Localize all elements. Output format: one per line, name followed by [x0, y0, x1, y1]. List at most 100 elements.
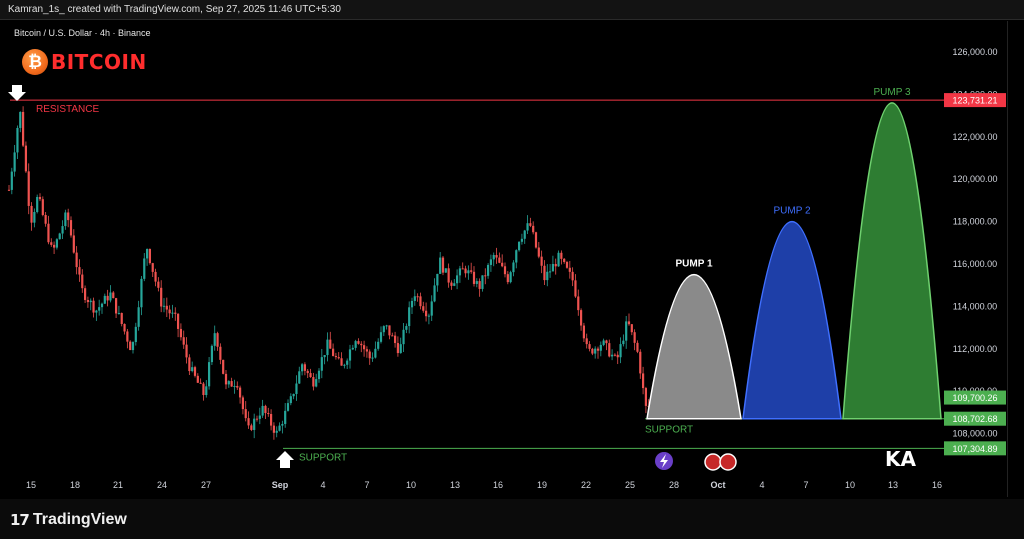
candle-body — [210, 345, 214, 363]
candle-body — [543, 265, 546, 281]
candle-body — [64, 212, 67, 227]
x-tick-label: 16 — [932, 480, 942, 490]
candle-body — [182, 337, 185, 345]
candle-body — [289, 396, 292, 404]
support-price-tag: 107,304.89 — [952, 444, 997, 454]
candle-body — [546, 271, 549, 281]
x-tick-label: 27 — [201, 480, 211, 490]
current-price-tag: 109,700.26 — [952, 393, 997, 403]
candle-body — [154, 271, 157, 282]
candle-body — [337, 357, 340, 359]
candle-body — [382, 326, 385, 333]
x-tick-label: 4 — [320, 480, 325, 490]
candle-body — [117, 312, 121, 314]
candle-body — [610, 354, 614, 357]
candle-body — [633, 332, 636, 343]
candle-body — [557, 252, 560, 267]
candle-body — [408, 307, 411, 327]
candle-body — [264, 405, 267, 414]
x-tick-label: 24 — [157, 480, 167, 490]
candle-body — [78, 267, 81, 275]
candle-body — [55, 239, 59, 248]
candle-body — [571, 271, 574, 281]
candle-body — [241, 397, 245, 410]
candle-body — [478, 281, 481, 289]
candle-body — [185, 344, 188, 358]
candle-body — [250, 425, 253, 430]
candle-body — [388, 325, 391, 336]
tradingview-brand-text: TradingView — [32, 511, 127, 528]
candle-body — [114, 298, 118, 314]
candle-body — [548, 271, 552, 273]
y-tick-label: 120,000.00 — [952, 174, 997, 184]
pump-arc — [742, 220, 842, 420]
candle-body — [574, 280, 577, 297]
candle-body — [554, 263, 557, 267]
x-tick-label: Oct — [710, 480, 725, 490]
candle-body — [267, 413, 270, 415]
y-tick-label: 108,000.00 — [952, 429, 997, 439]
candle-body — [608, 343, 611, 357]
tradingview-mark-icon: 17 — [10, 511, 30, 529]
support-label-upper: SUPPORT — [645, 425, 693, 436]
candle-body — [83, 288, 87, 300]
candle-body — [81, 274, 84, 289]
candle-body — [340, 358, 343, 366]
candle-body — [67, 212, 70, 221]
candle-body — [464, 268, 467, 274]
candle-body — [244, 409, 247, 419]
candle-body — [526, 223, 529, 231]
pump-label: PUMP 2 — [773, 206, 810, 217]
candle-body — [227, 381, 230, 385]
candle-body — [258, 415, 261, 419]
candle-body — [109, 292, 112, 301]
candle-body — [532, 225, 535, 233]
candle-body — [596, 348, 600, 351]
candle-body — [160, 287, 163, 307]
candle-body — [151, 263, 154, 272]
candle-body — [16, 127, 19, 153]
arrow-up-icon — [276, 451, 294, 468]
symbol-label: Bitcoin / U.S. Dollar · 4h · Binance — [14, 28, 151, 38]
candle-body — [168, 309, 171, 314]
candle-body — [140, 278, 143, 308]
tradingview-logo[interactable]: 17 TradingView — [10, 511, 127, 529]
candle-body — [7, 189, 11, 191]
candle-body — [92, 300, 95, 313]
x-tick-label: 22 — [581, 480, 591, 490]
candle-body — [19, 111, 22, 128]
price-chart[interactable]: 108,000.00110,000.00112,000.00114,000.00… — [0, 0, 1024, 499]
candle-body — [399, 344, 402, 354]
logo-text: BITCOIN — [51, 50, 147, 74]
candle-body — [286, 403, 290, 411]
candle-body — [360, 343, 363, 346]
pump-arc — [842, 102, 942, 420]
candle-body — [281, 423, 284, 426]
candle-body — [486, 264, 490, 276]
candle-body — [329, 339, 332, 349]
candle-body — [630, 324, 633, 333]
candle-body — [512, 262, 515, 273]
candle-body — [33, 212, 36, 223]
candle-body — [312, 377, 315, 387]
candle-body — [306, 370, 309, 374]
candle-body — [247, 418, 250, 426]
candle-body — [188, 357, 191, 372]
candle-body — [13, 152, 16, 172]
candle-body — [89, 300, 92, 303]
candle-body — [331, 348, 335, 356]
candle-body — [213, 333, 216, 346]
candle-body — [439, 257, 442, 274]
candle-body — [495, 255, 498, 258]
candle-body — [619, 344, 622, 358]
candle-body — [95, 310, 98, 313]
candle-body — [475, 281, 478, 284]
candle-body — [602, 340, 605, 345]
candle-body — [540, 256, 543, 266]
candle-body — [385, 325, 388, 327]
bitcoin-coin-icon: ₿ — [22, 49, 48, 75]
candle-body — [10, 171, 13, 190]
candle-body — [69, 220, 73, 236]
pump-label: PUMP 3 — [873, 87, 910, 98]
x-tick-label: 7 — [803, 480, 808, 490]
